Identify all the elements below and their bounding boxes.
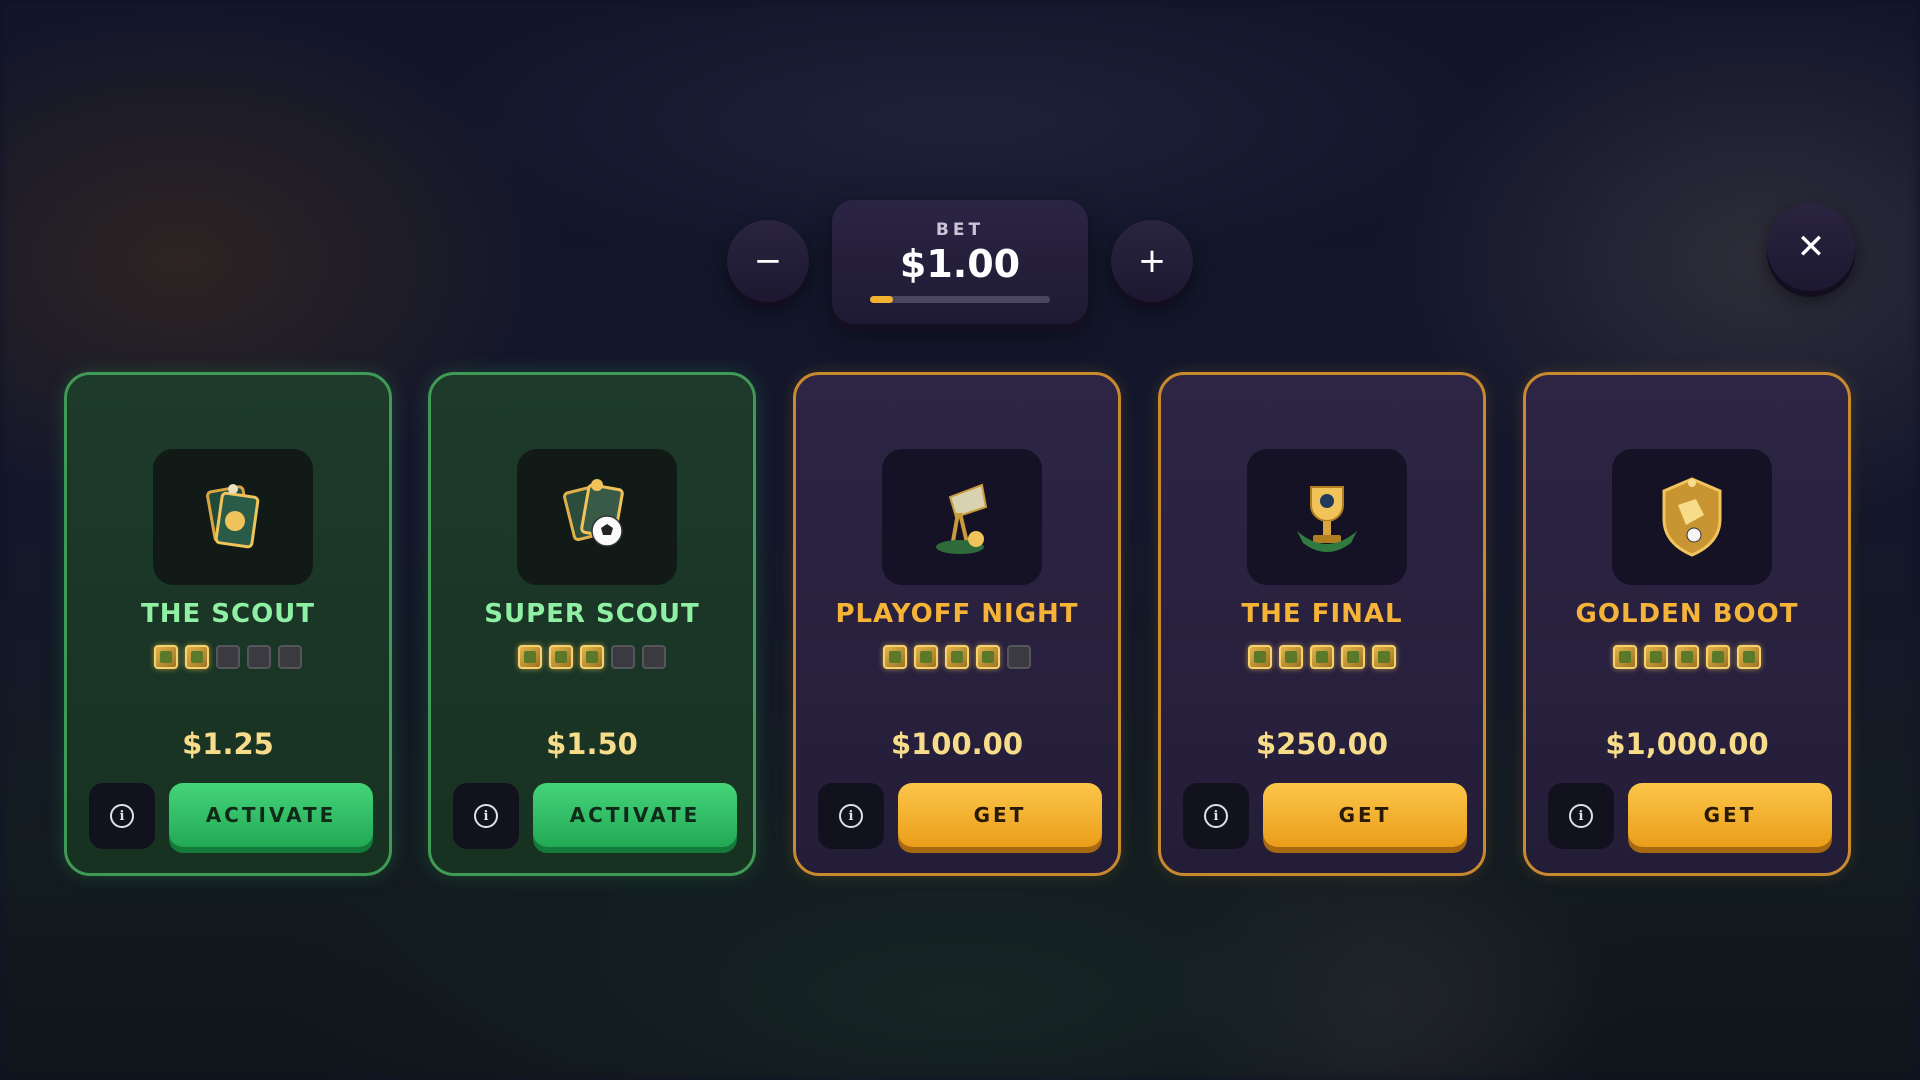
info-button[interactable]: i bbox=[453, 783, 519, 849]
rating-stars bbox=[1161, 645, 1483, 669]
rating-star-filled-icon bbox=[1279, 645, 1303, 669]
card-title: GOLDEN BOOT bbox=[1575, 599, 1799, 629]
card-price: $1.50 bbox=[546, 727, 638, 761]
plus-icon: + bbox=[1137, 241, 1167, 281]
trophy-icon bbox=[1247, 449, 1407, 585]
rating-star-empty-icon bbox=[1007, 645, 1031, 669]
rating-star-filled-icon bbox=[154, 645, 178, 669]
rating-star-filled-icon bbox=[914, 645, 938, 669]
card-title: PLAYOFF NIGHT bbox=[835, 599, 1079, 629]
rating-star-filled-icon bbox=[1644, 645, 1668, 669]
close-icon: ✕ bbox=[1796, 227, 1826, 267]
rating-star-filled-icon bbox=[518, 645, 542, 669]
info-button[interactable]: i bbox=[89, 783, 155, 849]
bet-display: BET $1.00 bbox=[832, 200, 1088, 324]
booster-card: SUPER SCOUT $1.50 i ACTIVATE bbox=[428, 372, 756, 876]
rating-star-filled-icon bbox=[883, 645, 907, 669]
rating-star-filled-icon bbox=[1706, 645, 1730, 669]
get-button[interactable]: GET bbox=[1263, 783, 1467, 847]
card-title: SUPER SCOUT bbox=[484, 599, 700, 629]
rating-star-filled-icon bbox=[580, 645, 604, 669]
bet-level-bar bbox=[870, 296, 1050, 303]
get-button[interactable]: GET bbox=[1628, 783, 1832, 847]
rating-stars bbox=[1526, 645, 1848, 669]
card-title: THE SCOUT bbox=[140, 599, 316, 629]
info-button[interactable]: i bbox=[818, 783, 884, 849]
rating-star-filled-icon bbox=[1675, 645, 1699, 669]
rating-star-filled-icon bbox=[945, 645, 969, 669]
card-price: $100.00 bbox=[890, 727, 1024, 761]
card-title: THE FINAL bbox=[1241, 599, 1403, 629]
rating-star-filled-icon bbox=[1737, 645, 1761, 669]
info-icon: i bbox=[474, 804, 498, 828]
rating-stars bbox=[67, 645, 389, 669]
bet-level-fill bbox=[870, 296, 894, 303]
decrease-bet-button[interactable]: − bbox=[727, 220, 809, 302]
rating-star-empty-icon bbox=[247, 645, 271, 669]
floodlight-icon bbox=[882, 449, 1042, 585]
rating-star-empty-icon bbox=[642, 645, 666, 669]
card-price: $1,000.00 bbox=[1605, 727, 1769, 761]
rating-star-filled-icon bbox=[1613, 645, 1637, 669]
info-icon: i bbox=[1204, 804, 1228, 828]
minus-icon: − bbox=[753, 241, 783, 281]
golden-boot-crest-icon bbox=[1612, 449, 1772, 585]
rating-star-filled-icon bbox=[1341, 645, 1365, 669]
rating-star-filled-icon bbox=[1372, 645, 1396, 669]
rating-stars bbox=[431, 645, 753, 669]
activate-button[interactable]: ACTIVATE bbox=[533, 783, 737, 847]
rating-star-filled-icon bbox=[976, 645, 1000, 669]
increase-bet-button[interactable]: + bbox=[1111, 220, 1193, 302]
get-button[interactable]: GET bbox=[898, 783, 1102, 847]
rating-star-filled-icon bbox=[1310, 645, 1334, 669]
info-button[interactable]: i bbox=[1548, 783, 1614, 849]
close-button[interactable]: ✕ bbox=[1767, 203, 1855, 291]
info-icon: i bbox=[110, 804, 134, 828]
bet-value: $1.00 bbox=[899, 242, 1021, 286]
card-price: $250.00 bbox=[1255, 727, 1389, 761]
booster-card: THE SCOUT $1.25 i ACTIVATE bbox=[64, 372, 392, 876]
rating-star-empty-icon bbox=[611, 645, 635, 669]
info-icon: i bbox=[1569, 804, 1593, 828]
rating-stars bbox=[796, 645, 1118, 669]
rating-star-filled-icon bbox=[549, 645, 573, 669]
rating-star-empty-icon bbox=[278, 645, 302, 669]
rating-star-filled-icon bbox=[185, 645, 209, 669]
booster-card: PLAYOFF NIGHT $100.00 i GET bbox=[793, 372, 1121, 876]
info-icon: i bbox=[839, 804, 863, 828]
booster-card: GOLDEN BOOT $1,000.00 i GET bbox=[1523, 372, 1851, 876]
activate-button[interactable]: ACTIVATE bbox=[169, 783, 373, 847]
rating-star-filled-icon bbox=[1248, 645, 1272, 669]
info-button[interactable]: i bbox=[1183, 783, 1249, 849]
booster-card: THE FINAL $250.00 i GET bbox=[1158, 372, 1486, 876]
scout-cards-icon bbox=[153, 449, 313, 585]
rating-star-empty-icon bbox=[216, 645, 240, 669]
card-price: $1.25 bbox=[182, 727, 274, 761]
super-scout-ball-icon bbox=[517, 449, 677, 585]
bet-label: BET bbox=[935, 220, 985, 240]
